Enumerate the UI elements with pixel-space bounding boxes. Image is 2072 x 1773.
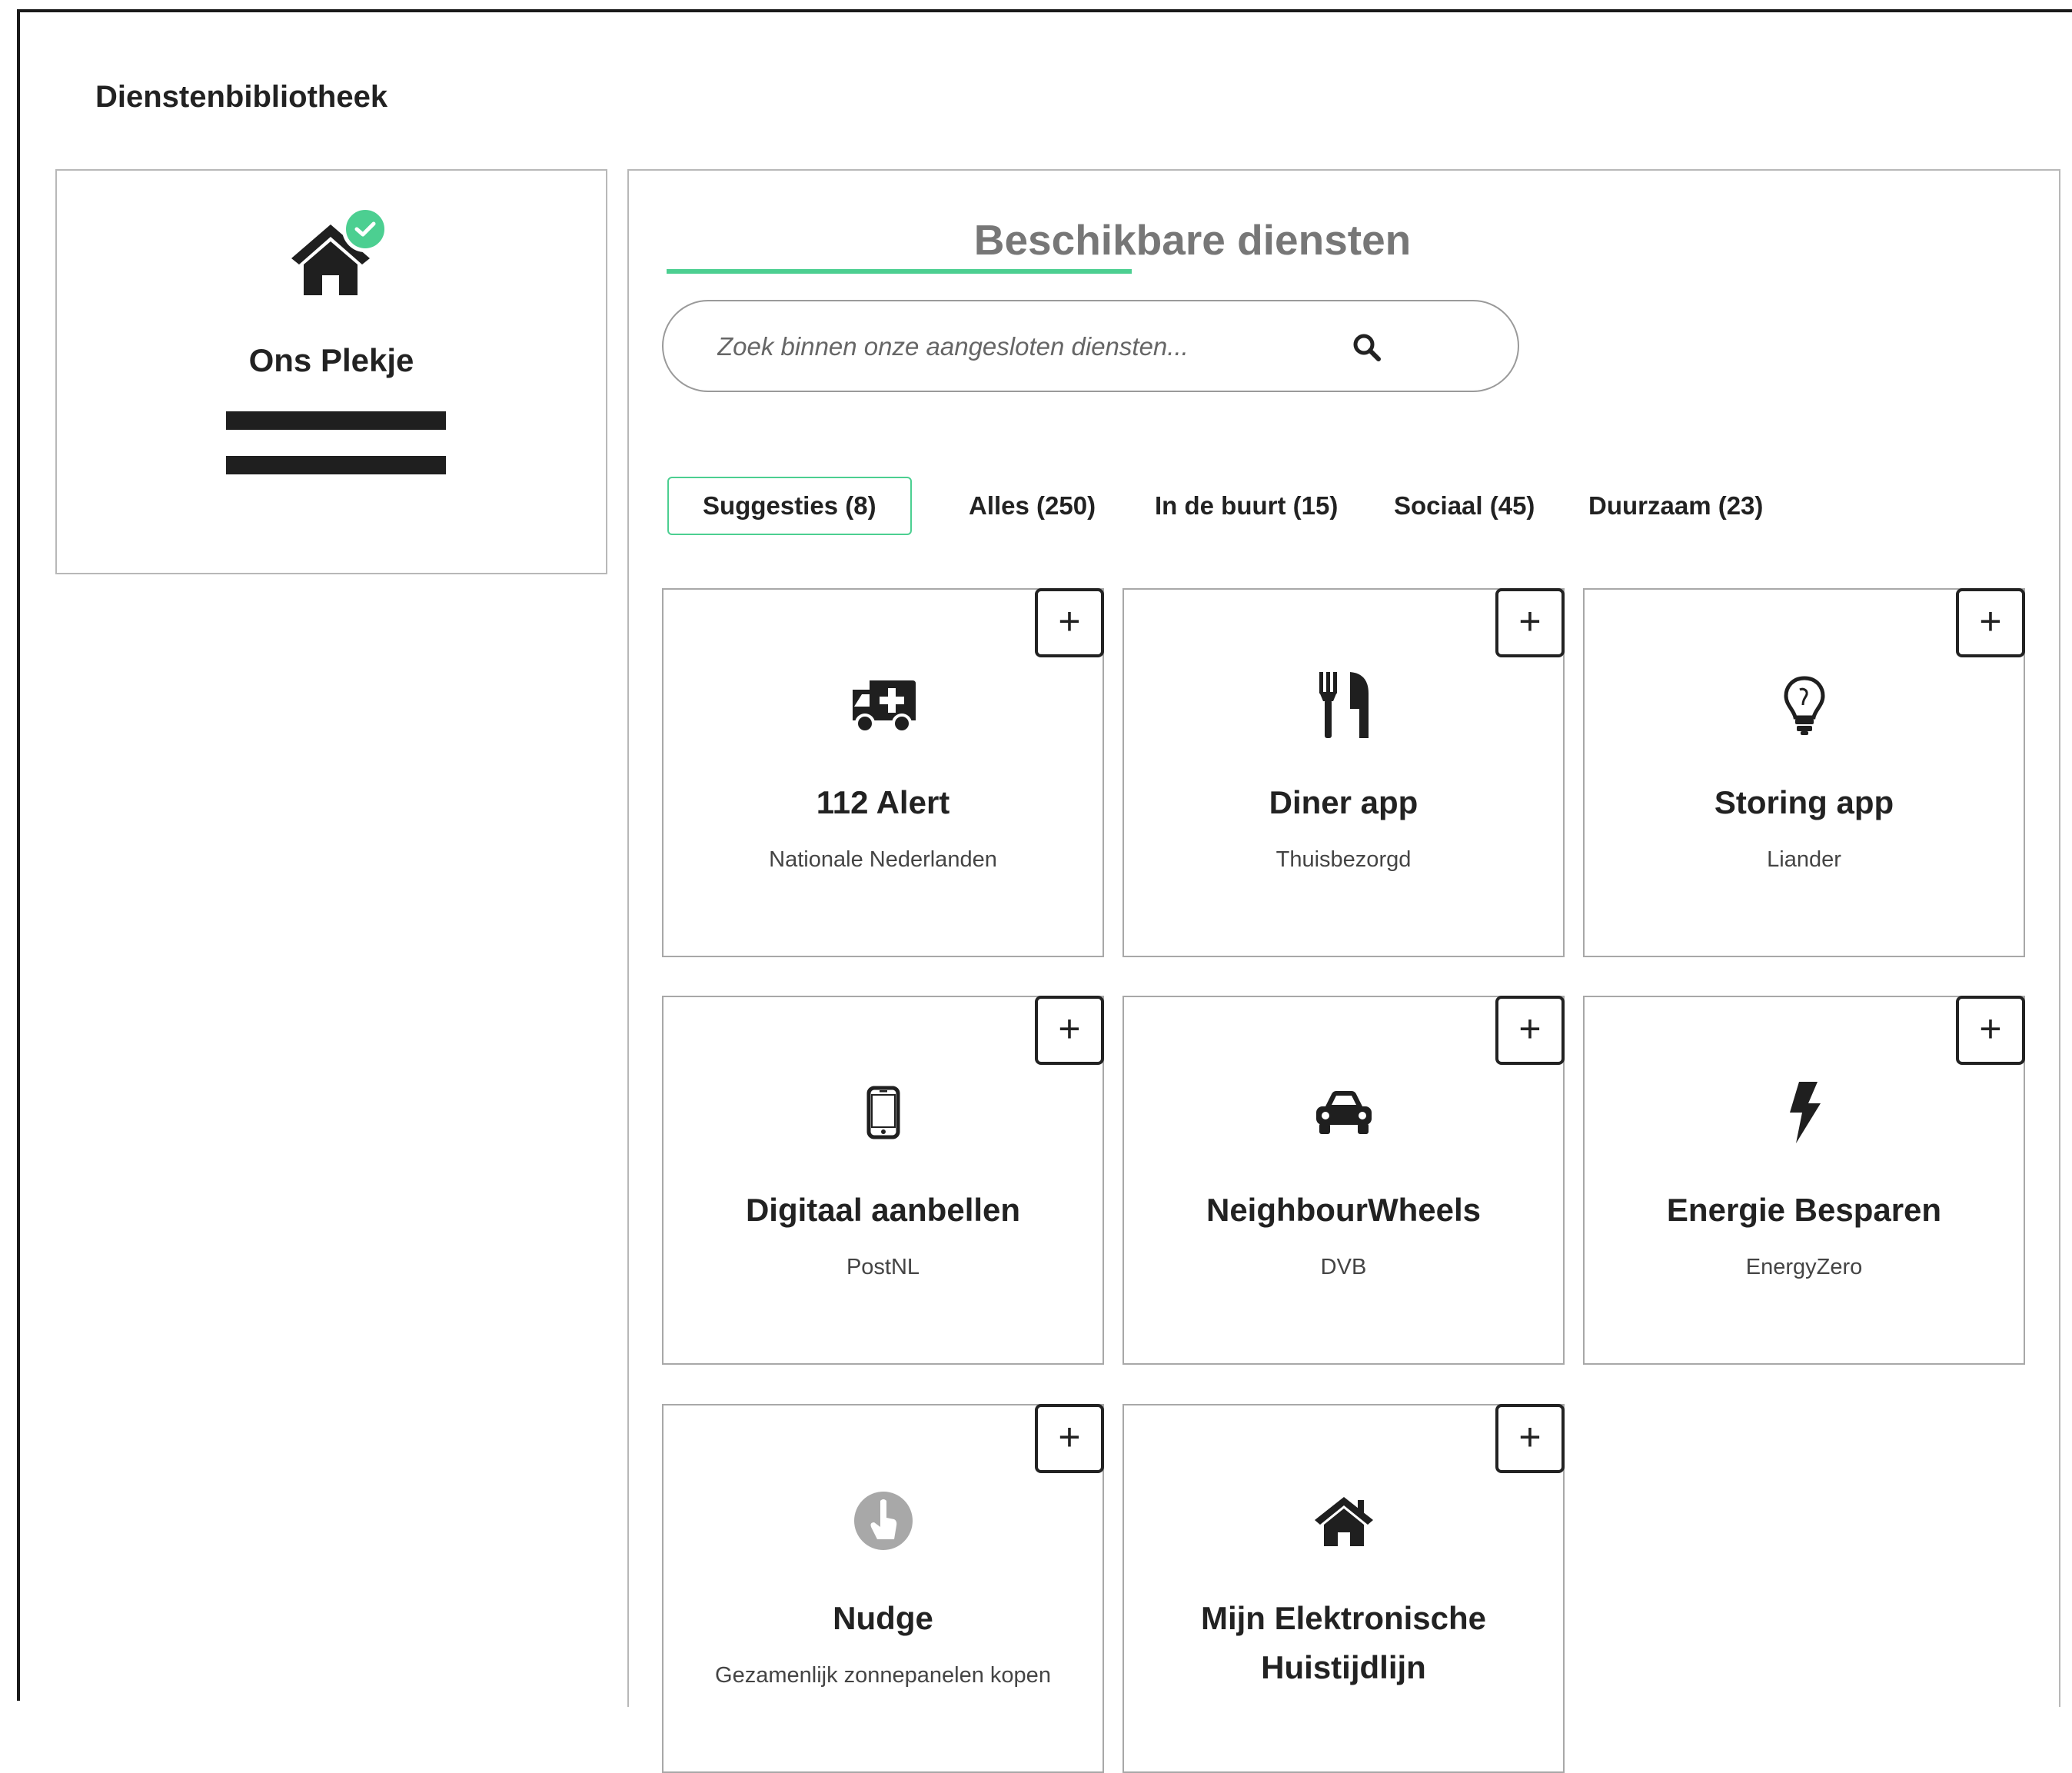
- search-box[interactable]: [662, 300, 1519, 392]
- service-provider: Thuisbezorgd: [1275, 847, 1412, 872]
- cutlery-icon: [1124, 667, 1563, 743]
- service-provider: Gezamenlijk zonnepanelen kopen: [715, 1663, 1051, 1688]
- service-name: 112 Alert: [816, 784, 950, 820]
- page-title: Dienstenbibliotheek: [95, 80, 388, 114]
- add-service-button[interactable]: +: [1956, 996, 2025, 1065]
- mobile-phone-icon: [664, 1074, 1103, 1151]
- add-service-button[interactable]: +: [1495, 1404, 1565, 1473]
- tab-sociaal[interactable]: Sociaal (45): [1394, 477, 1535, 535]
- service-name: Nudge: [833, 1600, 933, 1636]
- search-input[interactable]: [716, 324, 1411, 369]
- title-underline: [667, 269, 1132, 274]
- redacted-bar: [226, 456, 446, 474]
- service-card[interactable]: + Mijn Elektronische Huistijdlijn: [1122, 1404, 1565, 1773]
- service-name: Diner app: [1269, 784, 1418, 820]
- panel-title: Beschikbare diensten: [973, 216, 1412, 264]
- service-name: Digitaal aanbellen: [745, 1192, 1021, 1228]
- add-service-button[interactable]: +: [1035, 1404, 1104, 1473]
- service-provider: DVB: [1320, 1255, 1367, 1279]
- tab-in-de-buurt[interactable]: In de buurt (15): [1155, 477, 1338, 535]
- household-name: Ons Plekje: [248, 342, 414, 378]
- service-provider: Liander: [1767, 847, 1841, 872]
- service-card[interactable]: + 112 Alert Nationale Nederlanden: [662, 588, 1104, 957]
- service-provider: Nationale Nederlanden: [769, 847, 997, 872]
- check-icon: [342, 206, 388, 252]
- ambulance-icon: [664, 667, 1103, 743]
- lightbulb-icon: [1585, 667, 2024, 743]
- service-card[interactable]: + Energie Besparen EnergyZero: [1583, 996, 2025, 1365]
- service-card[interactable]: + Storing app Liander: [1583, 588, 2025, 957]
- redacted-bar: [226, 411, 446, 430]
- add-service-button[interactable]: +: [1956, 588, 2025, 657]
- service-card[interactable]: + NeighbourWheels DVB: [1122, 996, 1565, 1365]
- search-icon[interactable]: [1352, 332, 1382, 363]
- service-card[interactable]: + Digitaal aanbellen PostNL: [662, 996, 1104, 1365]
- tab-alles[interactable]: Alles (250): [969, 477, 1096, 535]
- service-card[interactable]: + Nudge Gezamenlijk zonnepanelen kopen: [662, 1404, 1104, 1773]
- service-name: Storing app: [1714, 784, 1894, 820]
- service-name: Energie Besparen: [1666, 1192, 1942, 1228]
- car-icon: [1124, 1074, 1563, 1151]
- add-service-button[interactable]: +: [1035, 996, 1104, 1065]
- lightning-bolt-icon: [1585, 1074, 2024, 1151]
- service-card[interactable]: + Diner app Thuisbezorgd: [1122, 588, 1565, 957]
- service-name: Mijn Elektronische Huistijdlijn: [1200, 1600, 1487, 1685]
- add-service-button[interactable]: +: [1495, 588, 1565, 657]
- home-icon: [1124, 1482, 1563, 1559]
- service-provider: EnergyZero: [1745, 1255, 1863, 1279]
- add-service-button[interactable]: +: [1035, 588, 1104, 657]
- pointer-hand-icon: [664, 1482, 1103, 1559]
- tab-suggesties[interactable]: Suggesties (8): [667, 477, 912, 535]
- add-service-button[interactable]: +: [1495, 996, 1565, 1065]
- service-name: NeighbourWheels: [1206, 1192, 1482, 1228]
- household-icon: [288, 206, 388, 298]
- tab-duurzaam[interactable]: Duurzaam (23): [1588, 477, 1763, 535]
- service-provider: PostNL: [846, 1255, 920, 1279]
